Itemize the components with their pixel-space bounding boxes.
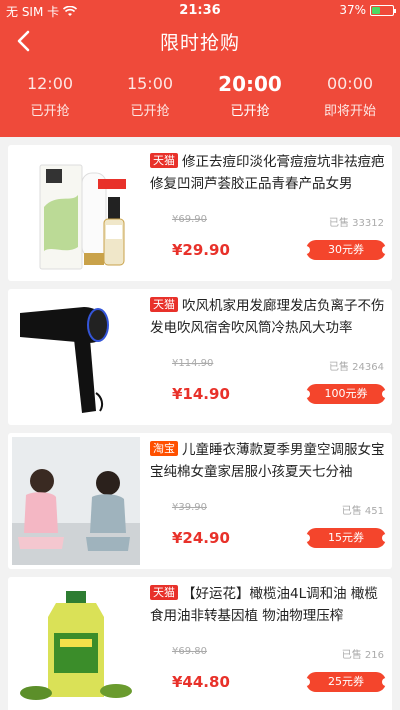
tab-status: 已开抢: [230, 104, 270, 119]
coupon-button[interactable]: 100元券: [302, 384, 390, 404]
header: 无 SIM 卡 21:36 37% 限时抢购 12:00 已开抢 15:00 已…: [0, 0, 400, 137]
tab-time: 12:00: [26, 74, 74, 93]
sale-price: ¥44.80: [172, 673, 230, 691]
product-title: 天猫 修正去痘印淡化膏痘痘坑非祛痘疤修复凹洞芦荟胶正品青春产品女男: [150, 151, 388, 195]
coupon-button[interactable]: 30元券: [302, 240, 390, 260]
coupon-button[interactable]: 25元券: [302, 672, 390, 692]
sale-price: ¥14.90: [172, 385, 230, 403]
product-title-text: 修正去痘印淡化膏痘痘坑非祛痘疤修复凹洞芦荟胶正品青春产品女男: [150, 154, 385, 192]
tab-time: 15:00: [126, 74, 174, 93]
tab-1500[interactable]: 15:00 已开抢: [100, 72, 200, 132]
product-title: 天猫 【好运花】橄榄油4L调和油 橄榄食用油非转基因植 物油物理压榨: [150, 583, 388, 627]
tab-0000[interactable]: 00:00 即将开始: [300, 72, 400, 132]
product-title-text: 吹风机家用发廊理发店负离子不伤发电吹风宿舍吹风筒冷热风大功率: [150, 298, 385, 336]
product-title: 淘宝 儿童睡衣薄款夏季男童空调服女宝宝纯棉女童家居服小孩夏天七分袖: [150, 439, 388, 483]
original-price: ¥114.90: [172, 358, 214, 369]
platform-badge: 天猫: [150, 153, 178, 168]
product-title-text: 儿童睡衣薄款夏季男童空调服女宝宝纯棉女童家居服小孩夏天七分袖: [150, 442, 385, 480]
sale-price: ¥24.90: [172, 529, 230, 547]
tab-status: 即将开始: [323, 104, 376, 119]
tab-status: 已开抢: [130, 104, 170, 119]
product-title: 天猫 吹风机家用发廊理发店负离子不伤发电吹风宿舍吹风筒冷热风大功率: [150, 295, 388, 339]
battery-percent: 37%: [339, 3, 366, 17]
product-image-olive-oil: [12, 581, 140, 709]
product-image-cream: [12, 149, 140, 277]
product-image-hair-dryer: [12, 293, 140, 421]
tab-2000[interactable]: 20:00 已开抢: [200, 72, 300, 132]
tab-time: 00:00: [326, 74, 374, 93]
product-image-kids-pajamas: [12, 437, 140, 565]
sold-count: 已售 216: [341, 650, 384, 661]
platform-badge: 天猫: [150, 585, 178, 600]
product-card[interactable]: 天猫 吹风机家用发廊理发店负离子不伤发电吹风宿舍吹风筒冷热风大功率 ¥114.90…: [8, 289, 392, 425]
platform-badge: 天猫: [150, 297, 178, 312]
status-bar: 无 SIM 卡 21:36 37%: [0, 0, 400, 20]
product-title-text: 【好运花】橄榄油4L调和油 橄榄食用油非转基因植 物油物理压榨: [150, 586, 378, 624]
tab-status: 已开抢: [30, 104, 70, 119]
original-price: ¥69.90: [172, 214, 207, 225]
product-card[interactable]: 淘宝 儿童睡衣薄款夏季男童空调服女宝宝纯棉女童家居服小孩夏天七分袖 ¥39.90 …: [8, 433, 392, 569]
platform-badge: 淘宝: [150, 441, 178, 456]
product-card[interactable]: 天猫 【好运花】橄榄油4L调和油 橄榄食用油非转基因植 物油物理压榨 ¥69.80…: [8, 577, 392, 710]
nav-bar: 限时抢购: [0, 20, 400, 64]
product-card[interactable]: 天猫 修正去痘印淡化膏痘痘坑非祛痘疤修复凹洞芦荟胶正品青春产品女男 ¥69.90 …: [8, 145, 392, 281]
page-title: 限时抢购: [159, 32, 240, 54]
sale-price: ¥29.90: [172, 241, 230, 259]
battery-icon: [370, 4, 396, 16]
original-price: ¥69.80: [172, 646, 207, 657]
sold-count: 已售 33312: [329, 218, 384, 229]
tab-1200[interactable]: 12:00 已开抢: [0, 72, 100, 132]
coupon-button[interactable]: 15元券: [302, 528, 390, 548]
time-slot-tabs: 12:00 已开抢 15:00 已开抢 20:00 已开抢 00:00 即将开始: [0, 72, 400, 132]
original-price: ¥39.90: [172, 502, 207, 513]
tab-time: 20:00: [218, 72, 282, 96]
sold-count: 已售 24364: [329, 362, 384, 373]
sold-count: 已售 451: [341, 506, 384, 517]
